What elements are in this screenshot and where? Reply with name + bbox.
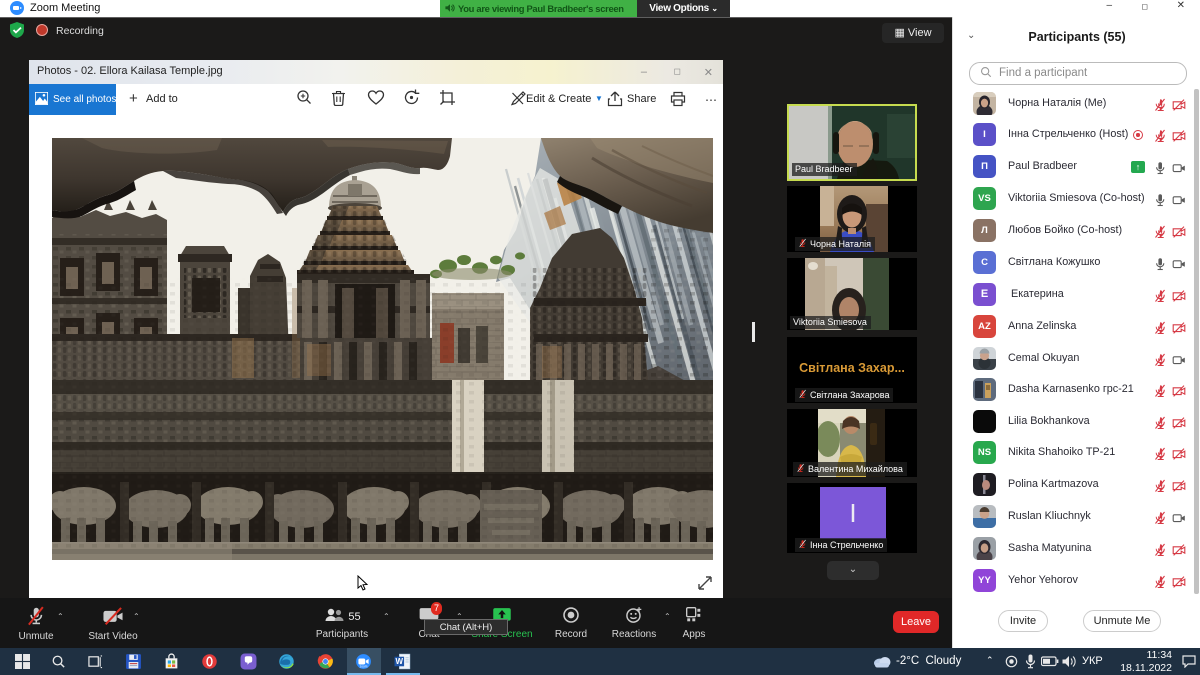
svg-text:W: W: [396, 657, 404, 666]
svg-text:zoom: zoom: [360, 665, 368, 669]
